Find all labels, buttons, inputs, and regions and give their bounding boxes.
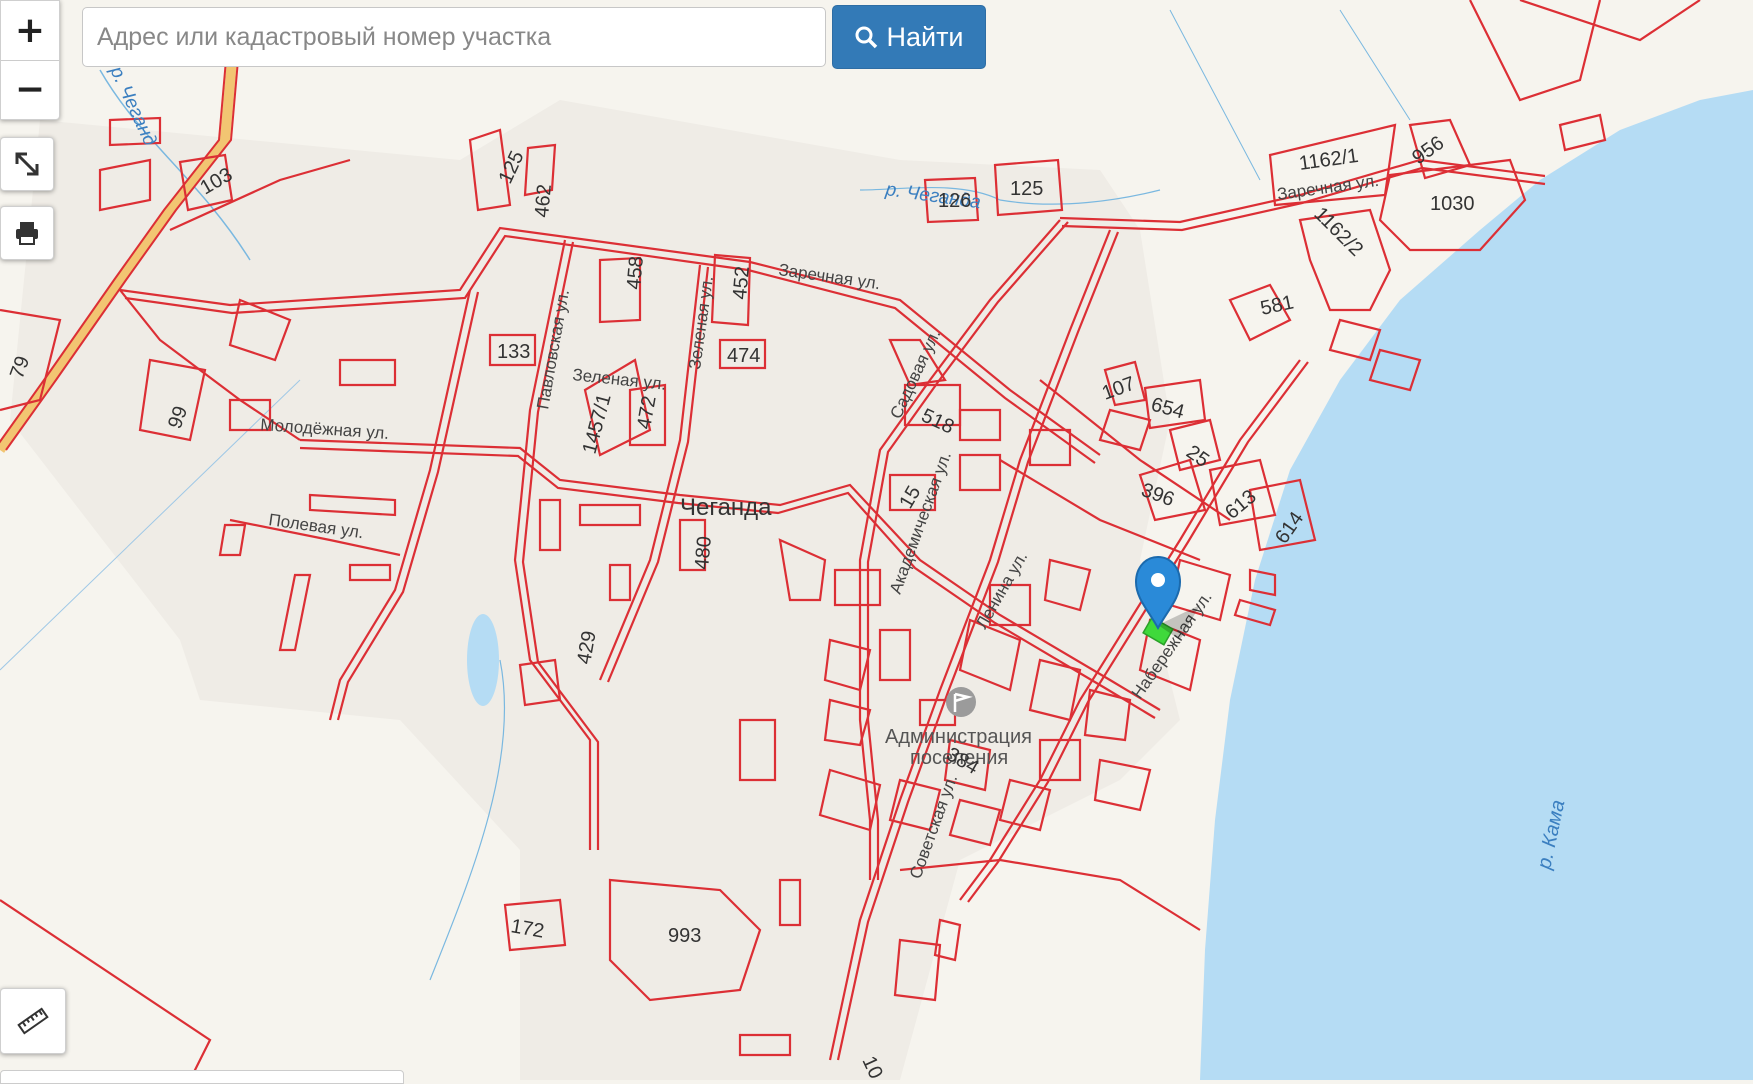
- bottom-panel: [0, 1070, 404, 1084]
- parcel-number: 133: [497, 341, 530, 363]
- pond: [467, 614, 499, 706]
- parcel-number: 462: [531, 183, 556, 218]
- search-button[interactable]: Найти: [832, 5, 986, 69]
- cadastral-map[interactable]: Чеганда Администрация поселения р. Кама …: [0, 0, 1753, 1080]
- ruler-icon: [17, 1007, 49, 1035]
- print-button[interactable]: [0, 206, 54, 260]
- parcel-number: 125: [1010, 178, 1043, 200]
- parcel-number: 480: [691, 535, 716, 570]
- admin-label: Администрация: [885, 726, 1032, 748]
- search-button-label: Найти: [886, 21, 964, 52]
- measure-button[interactable]: [0, 988, 66, 1054]
- parcel-number: 458: [623, 255, 648, 290]
- admin-building-icon: [946, 687, 976, 717]
- zoom-out-button[interactable]: −: [1, 61, 59, 119]
- search-input[interactable]: [82, 7, 826, 67]
- settlement-label: Чеганда: [680, 494, 772, 521]
- expand-icon: [15, 152, 39, 176]
- zoom-control: + −: [0, 0, 60, 120]
- printer-icon: [16, 222, 38, 245]
- search-icon: [855, 26, 878, 49]
- parcel-number: 1030: [1430, 193, 1475, 215]
- search-bar: Найти: [82, 5, 986, 69]
- parcel-number: 993: [668, 925, 701, 947]
- parcel-number: 474: [727, 345, 760, 367]
- parcel-number: 126: [938, 190, 971, 212]
- zoom-in-button[interactable]: +: [1, 2, 59, 61]
- fullscreen-button[interactable]: [0, 137, 54, 191]
- parcel-number: 452: [729, 265, 754, 300]
